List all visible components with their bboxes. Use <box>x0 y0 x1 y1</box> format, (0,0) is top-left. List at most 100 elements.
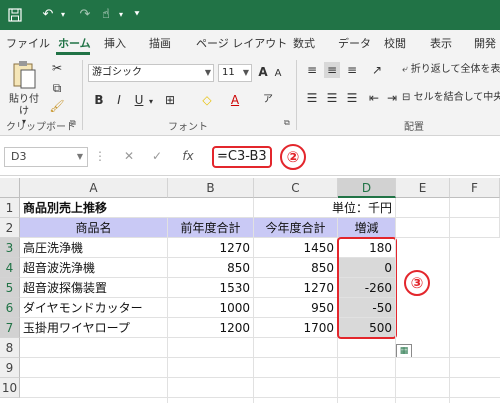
row-header-2[interactable]: 2 <box>0 218 20 238</box>
chevron-down-icon: ▼ <box>242 68 249 77</box>
font-color-button[interactable]: A <box>228 92 242 108</box>
clipboard-group-label: クリップボード <box>6 122 76 133</box>
row-header-6[interactable]: 6 <box>0 298 20 318</box>
shrink-font-button[interactable]: A <box>272 66 284 82</box>
align-right-icon[interactable]: ☰ <box>344 90 360 106</box>
table-cell-curr[interactable]: 1270 <box>254 278 338 298</box>
align-bottom-icon[interactable]: ≡ <box>344 62 360 78</box>
bold-button[interactable]: B <box>92 92 106 108</box>
cell-e2[interactable] <box>396 218 450 238</box>
column-header-a[interactable]: A <box>20 178 168 198</box>
cell-f2[interactable] <box>450 218 500 238</box>
increase-indent-icon[interactable]: ⇥ <box>384 90 400 106</box>
paste-button[interactable]: 貼り付け ▾ <box>6 60 42 126</box>
decrease-indent-icon[interactable]: ⇤ <box>366 90 382 106</box>
tab-review[interactable]: 校閲 <box>384 35 406 51</box>
row-header-10[interactable]: 10 <box>0 378 20 398</box>
fill-color-icon[interactable]: ◇ <box>198 92 216 108</box>
cell-b1[interactable] <box>168 198 254 218</box>
table-cell-curr[interactable]: 1700 <box>254 318 338 338</box>
underline-dropdown-icon[interactable]: ▾ <box>146 94 156 110</box>
table-cell-name[interactable]: 超音波探傷装置 <box>20 278 168 298</box>
wrap-text-button[interactable]: ⤶ 折り返して全体を表 <box>402 62 500 78</box>
row-header-9[interactable]: 9 <box>0 358 20 378</box>
borders-icon[interactable]: ⊞ <box>162 92 178 108</box>
merge-center-button[interactable]: ⊟ セルを結合して中央 <box>402 90 500 106</box>
cancel-icon[interactable]: ✕ <box>122 148 136 164</box>
table-cell-prev[interactable]: 1270 <box>168 238 254 258</box>
column-header-c[interactable]: C <box>254 178 338 198</box>
table-cell-curr[interactable]: 1450 <box>254 238 338 258</box>
cell-f1[interactable] <box>450 198 500 218</box>
orientation-icon[interactable]: ↗ <box>368 62 386 78</box>
cut-icon[interactable]: ✂ <box>48 60 66 76</box>
row-header-4[interactable]: 4 <box>0 258 20 278</box>
table-cell-name[interactable]: ダイヤモンドカッター <box>20 298 168 318</box>
formula-input[interactable]: =C3-B3 <box>212 146 272 168</box>
cell-a1[interactable]: 商品別売上推移 <box>20 198 168 218</box>
row-header-1[interactable]: 1 <box>0 198 20 218</box>
font-size-combo[interactable]: 11 ▼ <box>218 64 252 82</box>
phonetic-icon[interactable]: ア <box>262 92 274 108</box>
header-cell[interactable]: 増減 <box>338 218 396 238</box>
align-middle-icon[interactable]: ≡ <box>324 62 340 78</box>
insert-function-icon[interactable]: fx <box>180 148 196 164</box>
copy-icon[interactable]: ⧉ <box>48 80 66 96</box>
align-center-icon[interactable]: ☰ <box>324 90 340 106</box>
tab-insert[interactable]: 挿入 <box>104 35 126 51</box>
select-all-corner[interactable] <box>0 178 20 198</box>
table-cell-name[interactable]: 超音波洗浄機 <box>20 258 168 278</box>
clipboard-launcher-icon[interactable]: ⧉ <box>70 118 76 128</box>
table-cell-curr[interactable]: 850 <box>254 258 338 278</box>
font-name-combo[interactable]: 游ゴシック ▼ <box>88 64 214 82</box>
align-left-icon[interactable]: ☰ <box>304 90 320 106</box>
redo-icon[interactable]: ↷ <box>76 6 94 24</box>
column-header-e[interactable]: E <box>396 178 450 198</box>
undo-dropdown-icon[interactable]: ▾ <box>58 6 68 24</box>
table-cell-name[interactable]: 玉掛用ワイヤロープ <box>20 318 168 338</box>
cell-e1[interactable] <box>396 198 450 218</box>
row-header-5[interactable]: 5 <box>0 278 20 298</box>
drag-handle-icon[interactable]: ⋮ <box>94 148 106 164</box>
alignment-group-label: 配置 <box>404 122 424 133</box>
align-top-icon[interactable]: ≡ <box>304 62 320 78</box>
save-icon[interactable] <box>6 6 24 24</box>
table-cell-prev[interactable]: 1530 <box>168 278 254 298</box>
enter-icon[interactable]: ✓ <box>150 148 164 164</box>
gridline <box>449 238 450 338</box>
tab-data[interactable]: データ <box>338 35 371 51</box>
grow-font-button[interactable]: A <box>256 64 270 80</box>
column-header-f[interactable]: F <box>450 178 500 198</box>
column-header-b[interactable]: B <box>168 178 254 198</box>
touch-mode-icon[interactable]: ☝ <box>96 6 116 24</box>
underline-button[interactable]: U <box>132 92 146 108</box>
table-cell-curr[interactable]: 950 <box>254 298 338 318</box>
table-cell-name[interactable]: 高圧洗浄機 <box>20 238 168 258</box>
touch-dropdown-icon[interactable]: ▾ <box>116 6 126 24</box>
row-header-3[interactable]: 3 <box>0 238 20 258</box>
table-cell-prev[interactable]: 850 <box>168 258 254 278</box>
tab-formulas[interactable]: 数式 <box>293 35 315 51</box>
name-box[interactable]: D3 ▼ <box>4 147 88 167</box>
header-cell[interactable]: 商品名 <box>20 218 168 238</box>
undo-icon[interactable]: ↶ <box>38 6 58 24</box>
tab-draw[interactable]: 描画 <box>149 35 171 51</box>
column-header-d[interactable]: D <box>338 178 396 198</box>
tab-file[interactable]: ファイル <box>6 35 50 51</box>
font-launcher-icon[interactable]: ⧉ <box>284 118 290 128</box>
tab-developer[interactable]: 開発 <box>474 35 496 51</box>
tab-page-layout[interactable]: ページ レイアウト <box>196 35 287 51</box>
table-cell-prev[interactable]: 1200 <box>168 318 254 338</box>
row-header-8[interactable]: 8 <box>0 338 20 358</box>
cell-d1[interactable]: 単位：千円 <box>300 198 396 218</box>
tab-view[interactable]: 表示 <box>430 35 452 51</box>
header-cell[interactable]: 前年度合計 <box>168 218 254 238</box>
tab-home[interactable]: ホーム <box>58 35 91 51</box>
header-cell[interactable]: 今年度合計 <box>254 218 338 238</box>
customize-qat-icon[interactable]: ⯆ <box>130 6 144 24</box>
italic-button[interactable]: I <box>112 92 126 108</box>
row-header-7[interactable]: 7 <box>0 318 20 338</box>
gridline <box>395 238 396 338</box>
format-painter-icon[interactable]: 🖌 <box>48 98 66 114</box>
table-cell-prev[interactable]: 1000 <box>168 298 254 318</box>
